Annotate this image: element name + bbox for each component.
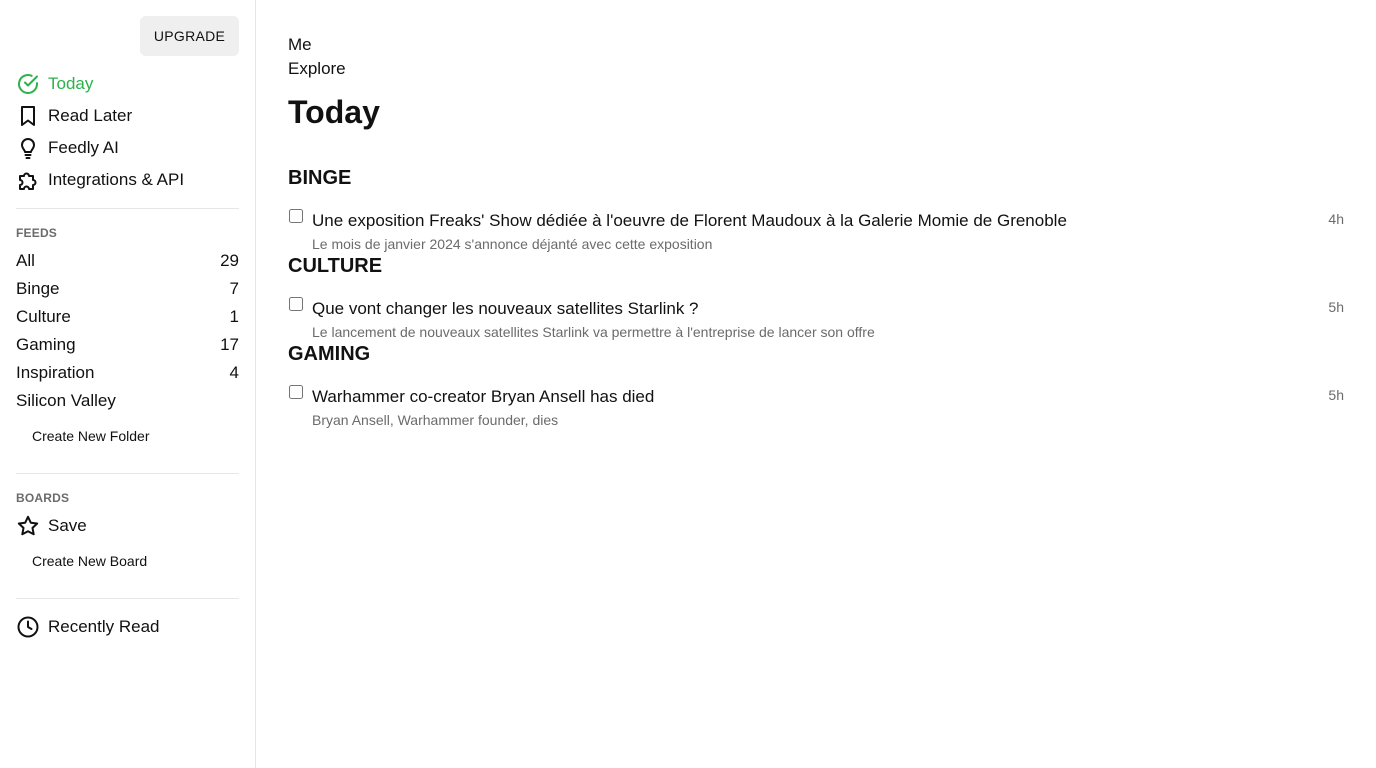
article-item[interactable]: Une exposition Freaks' Show dédiée à l'o… xyxy=(288,209,1344,255)
article-checkbox[interactable] xyxy=(289,209,303,223)
feed-item-inspiration[interactable]: Inspiration 4 xyxy=(16,361,239,385)
nav-item-label: Read Later xyxy=(48,106,133,125)
feed-item-all[interactable]: All 29 xyxy=(16,249,239,273)
create-new-board-link[interactable]: Create New Board xyxy=(32,553,147,569)
top-link-me[interactable]: Me xyxy=(288,35,312,55)
article-age: 4h xyxy=(1328,211,1344,227)
feed-item-silicon-valley[interactable]: Silicon Valley xyxy=(16,389,239,413)
article-checkbox[interactable] xyxy=(289,297,303,311)
check-circle-icon xyxy=(16,72,40,96)
bookmark-icon xyxy=(16,104,40,128)
feed-item-culture[interactable]: Culture 1 xyxy=(16,305,239,329)
article-age: 5h xyxy=(1328,387,1344,403)
article-checkbox[interactable] xyxy=(289,385,303,399)
article-item[interactable]: Que vont changer les nouveaux satellites… xyxy=(288,297,1344,343)
feeds-section-title: FEEDS xyxy=(16,226,58,240)
feed-item-binge[interactable]: Binge 7 xyxy=(16,277,239,301)
feed-label: All xyxy=(16,251,35,270)
feed-label: Culture xyxy=(16,307,71,326)
feed-count: 1 xyxy=(229,307,239,326)
nav-item-read-later[interactable]: Read Later xyxy=(16,103,132,129)
nav-item-label: Integrations & API xyxy=(48,170,185,189)
sidebar-divider xyxy=(16,208,239,209)
article-title[interactable]: Que vont changer les nouveaux satellites… xyxy=(312,299,699,319)
feed-count: 7 xyxy=(229,279,239,298)
nav-item-label: Recently Read xyxy=(48,617,160,636)
article-summary: Le lancement de nouveaux satellites Star… xyxy=(312,324,875,340)
feed-item-gaming[interactable]: Gaming 17 xyxy=(16,333,239,357)
feed-label: Gaming xyxy=(16,335,76,354)
nav-item-recently-read[interactable]: Recently Read xyxy=(16,614,160,640)
article-title[interactable]: Une exposition Freaks' Show dédiée à l'o… xyxy=(312,211,1067,231)
create-new-folder-link[interactable]: Create New Folder xyxy=(32,428,150,444)
article-item[interactable]: Warhammer co-creator Bryan Ansell has di… xyxy=(288,385,1344,431)
article-title[interactable]: Warhammer co-creator Bryan Ansell has di… xyxy=(312,387,654,407)
nav-item-feedly-ai[interactable]: Feedly AI xyxy=(16,135,119,161)
page-title: Today xyxy=(288,94,380,130)
feed-label: Inspiration xyxy=(16,363,95,382)
feed-count: 4 xyxy=(229,363,239,382)
nav-item-label: Feedly AI xyxy=(48,138,119,157)
upgrade-button[interactable]: UPGRADE xyxy=(140,16,239,56)
article-summary: Le mois de janvier 2024 s'annonce déjant… xyxy=(312,236,713,252)
article-summary: Bryan Ansell, Warhammer founder, dies xyxy=(312,412,559,428)
lightbulb-icon xyxy=(16,136,40,160)
sidebar: UPGRADE Today Read Later Feedly AI Integ… xyxy=(0,0,256,768)
puzzle-icon xyxy=(16,168,40,192)
group-title-culture: CULTURE xyxy=(288,255,383,277)
sidebar-divider xyxy=(16,598,239,599)
group-title-gaming: GAMING xyxy=(288,343,371,365)
board-label: Save xyxy=(48,516,87,535)
group-title-binge: BINGE xyxy=(288,167,352,189)
article-age: 5h xyxy=(1328,299,1344,315)
star-icon xyxy=(16,514,40,538)
board-item-save[interactable]: Save xyxy=(16,513,87,539)
nav-item-today[interactable]: Today xyxy=(16,71,93,97)
feed-count: 29 xyxy=(220,251,239,270)
feed-label: Binge xyxy=(16,279,60,298)
top-link-explore[interactable]: Explore xyxy=(288,59,346,79)
nav-item-label: Today xyxy=(48,74,94,93)
feed-label: Silicon Valley xyxy=(16,391,116,410)
nav-item-integrations[interactable]: Integrations & API xyxy=(16,167,184,193)
feed-count: 17 xyxy=(220,335,239,354)
sidebar-divider xyxy=(16,473,239,474)
clock-icon xyxy=(16,615,40,639)
boards-section-title: BOARDS xyxy=(16,491,70,505)
main-content: Me Explore Today BINGE Une exposition Fr… xyxy=(288,0,1348,768)
